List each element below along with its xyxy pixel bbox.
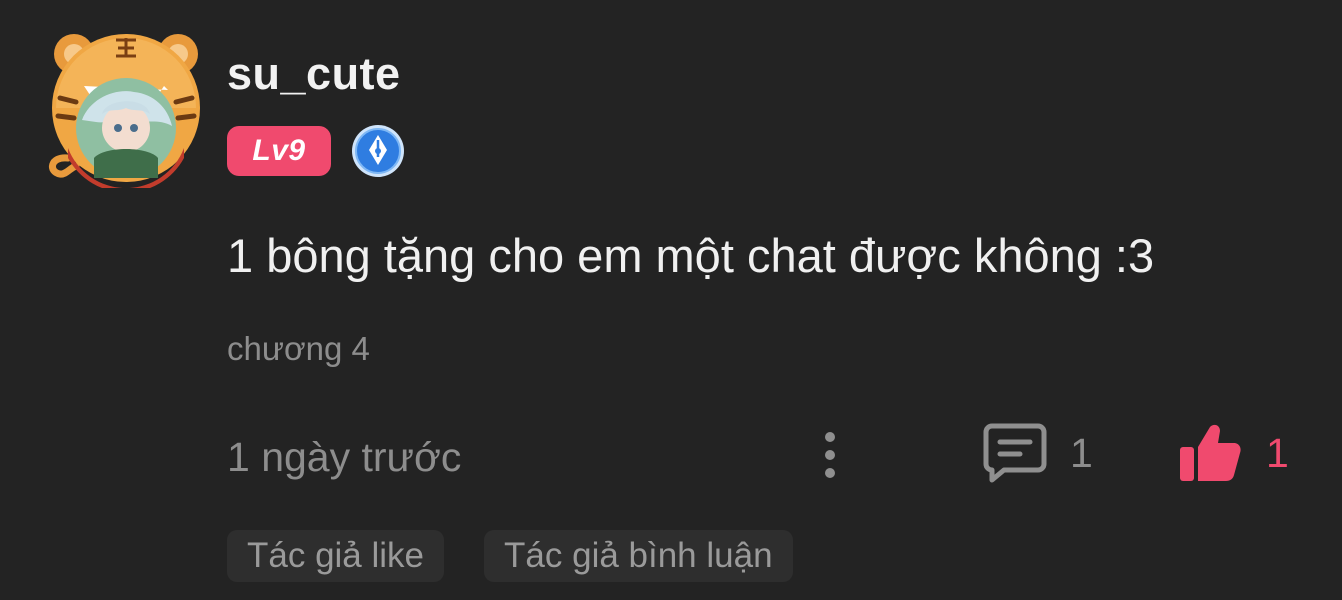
like-button[interactable]: 1: [1178, 420, 1289, 486]
tag-author-like: Tác giả like: [227, 530, 445, 582]
level-badge: Lv9: [227, 126, 331, 176]
comment-body: 1 bông tặng cho em một chat được không :…: [227, 229, 1155, 282]
more-options-button[interactable]: [812, 424, 848, 486]
more-vertical-icon: [825, 432, 835, 442]
comment-card: su_cute Lv9 1 bông tặng cho em một chat …: [0, 0, 1342, 600]
username[interactable]: su_cute: [227, 48, 401, 100]
reply-button[interactable]: 1: [982, 420, 1093, 486]
thumbs-up-icon: [1180, 424, 1241, 481]
reply-count: 1: [1070, 429, 1093, 476]
quill-pen-icon: [351, 124, 405, 178]
timestamp: 1 ngày trước: [227, 434, 462, 480]
avatar[interactable]: [46, 28, 206, 193]
user-badges: Lv9: [227, 124, 405, 178]
tiger-hood-avatar-icon: [49, 34, 200, 193]
chapter-link[interactable]: chương 4: [227, 330, 370, 368]
tag-author-comment: Tác giả bình luận: [484, 530, 793, 582]
like-count: 1: [1266, 429, 1289, 476]
author-tags: Tác giả like Tác giả bình luận: [227, 530, 793, 582]
comment-bubble-icon: [983, 423, 1047, 483]
